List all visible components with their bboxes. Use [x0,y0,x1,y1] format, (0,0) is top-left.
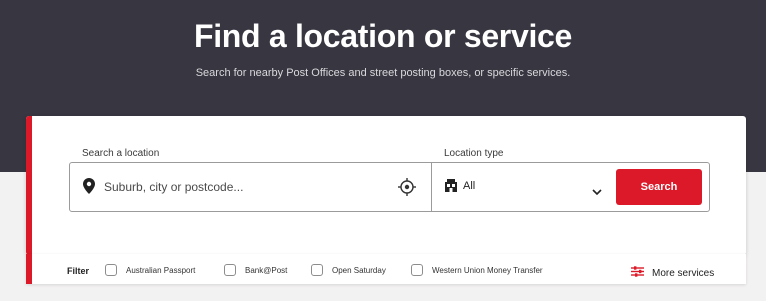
location-label: Search a location [82,148,160,159]
search-card: Search a location Location type Suburb, … [26,116,746,255]
location-type-select[interactable]: All Search [431,162,710,212]
location-field[interactable] [69,162,432,212]
post-office-icon [444,179,458,198]
filter-option-label: Western Union Money Transfer [432,266,543,275]
crosshair-icon[interactable] [398,178,416,201]
filter-checkbox-australian-passport[interactable] [105,264,117,276]
map-pin-icon [83,178,95,199]
filter-label: Filter [67,266,90,276]
filter-option-label: Australian Passport [126,266,196,275]
filter-checkbox-open-saturday[interactable] [311,264,323,276]
more-services-button[interactable]: More services [631,264,714,282]
filter-option-label: Bank@Post [245,266,288,275]
chevron-down-icon [592,183,602,201]
sliders-icon [631,264,644,282]
location-type-value: All [463,180,476,192]
search-button[interactable]: Search [616,169,702,205]
filter-accent-bar [26,254,32,284]
card-accent-bar [26,116,32,255]
page-subtitle: Search for nearby Post Offices and stree… [195,67,571,79]
location-input[interactable] [104,178,384,196]
filter-option-label: Open Saturday [332,266,386,275]
location-type-label: Location type [444,148,504,159]
filter-checkbox-bank-at-post[interactable] [224,264,236,276]
filter-checkbox-western-union[interactable] [411,264,423,276]
more-services-label: More services [652,267,715,279]
page-title: Find a location or service [193,18,573,54]
